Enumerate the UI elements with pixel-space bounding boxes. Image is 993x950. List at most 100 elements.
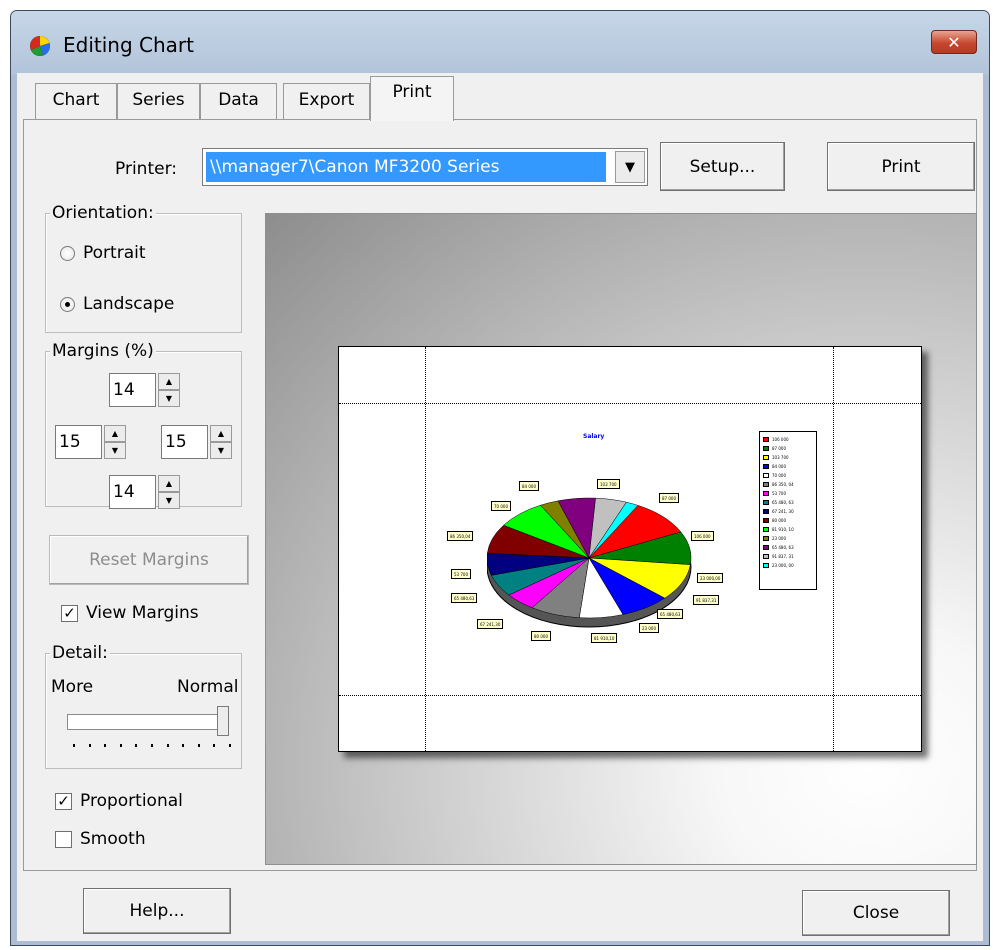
chart-app-icon xyxy=(30,36,50,56)
reset-margins-button[interactable]: Reset Margins xyxy=(49,535,249,585)
view-margins-label: View Margins xyxy=(86,603,199,623)
legend-item: 23 000 xyxy=(763,534,813,543)
spin-up-icon[interactable]: ▲ xyxy=(158,475,180,492)
close-window-button[interactable]: ✕ xyxy=(931,30,977,54)
landscape-radio-circle[interactable] xyxy=(60,296,75,312)
spin-up-icon[interactable]: ▲ xyxy=(158,373,180,390)
margin-bottom-spinner[interactable]: 14 ▲ ▼ xyxy=(109,475,180,509)
pie-value-label: 103 700 xyxy=(597,479,620,489)
window-title: Editing Chart xyxy=(63,33,194,57)
margin-right-input[interactable]: 15 xyxy=(161,425,208,459)
legend-swatch xyxy=(763,518,769,523)
portrait-radio-circle[interactable] xyxy=(60,245,75,261)
proportional-checkbox[interactable]: ✓ Proportional xyxy=(55,791,183,811)
spin-up-icon[interactable]: ▲ xyxy=(104,425,126,442)
spin-down-icon[interactable]: ▼ xyxy=(158,390,180,407)
detail-slider-thumb[interactable] xyxy=(217,706,229,736)
proportional-label: Proportional xyxy=(80,791,183,811)
help-button[interactable]: Help... xyxy=(83,888,231,934)
dialog-client-area: Chart Series Data Export Print Printer: … xyxy=(17,73,983,941)
legend-swatch xyxy=(763,563,769,568)
top-margin-line[interactable] xyxy=(339,403,921,404)
pie-value-label: 84 000 xyxy=(519,481,539,491)
print-preview-area[interactable]: Salary 103 700 87 000 106 000 84 000 70 000 8… xyxy=(265,213,977,865)
legend-text: 65 480, 63 xyxy=(772,500,794,505)
margin-left-input[interactable]: 15 xyxy=(55,425,102,459)
margin-left-spinner[interactable]: 15 ▲ ▼ xyxy=(55,425,126,459)
legend-swatch xyxy=(763,545,769,550)
legend-swatch xyxy=(763,473,769,478)
pie-value-label: 23 000 xyxy=(639,623,659,633)
close-icon: ✕ xyxy=(947,32,961,52)
smooth-check-icon[interactable] xyxy=(55,830,72,848)
legend-item: 87 000 xyxy=(763,444,813,453)
legend-text: 103 700 xyxy=(772,455,789,460)
detail-slider[interactable] xyxy=(67,706,237,754)
orientation-group: Orientation: xyxy=(45,203,242,333)
printer-label: Printer: xyxy=(115,159,177,179)
legend-swatch xyxy=(763,536,769,541)
close-button[interactable]: Close xyxy=(802,890,950,936)
right-margin-line[interactable] xyxy=(833,347,834,751)
margins-group-title: Margins (%) xyxy=(50,341,156,361)
spin-down-icon[interactable]: ▼ xyxy=(158,492,180,509)
legend-text: 91 837, 31 xyxy=(772,554,794,559)
preview-pie-chart xyxy=(487,497,692,628)
pie-value-label: 53 700 xyxy=(451,569,471,579)
legend-swatch xyxy=(763,491,769,496)
legend-swatch xyxy=(763,527,769,532)
margin-right-spinner[interactable]: 15 ▲ ▼ xyxy=(161,425,232,459)
pie-value-label: 86 350,04 xyxy=(447,531,474,541)
legend-swatch xyxy=(763,509,769,514)
proportional-check-icon[interactable]: ✓ xyxy=(55,792,72,810)
tab-print[interactable]: Print xyxy=(370,76,454,121)
dropdown-arrow-icon[interactable]: ▼ xyxy=(615,151,645,183)
legend-swatch xyxy=(763,554,769,559)
pie-value-label: 67 241,30 xyxy=(477,619,504,629)
detail-normal-label: Normal xyxy=(177,677,239,697)
margin-top-input[interactable]: 14 xyxy=(109,373,156,407)
legend-item: 86 350, 04 xyxy=(763,480,813,489)
legend-swatch xyxy=(763,437,769,442)
preview-legend: 106 000 87 000 103 700 84 000 70 000 86 350, … xyxy=(759,431,817,590)
tab-series[interactable]: Series xyxy=(117,83,200,119)
legend-item: 106 000 xyxy=(763,435,813,444)
legend-text: 67 241, 30 xyxy=(772,509,794,514)
pie-value-label: 65 480,63 xyxy=(657,609,684,619)
landscape-radio[interactable]: Landscape xyxy=(60,294,174,314)
legend-text: 23 000 xyxy=(772,536,786,541)
view-margins-check-icon[interactable]: ✓ xyxy=(61,604,78,622)
legend-item: 80 000 xyxy=(763,516,813,525)
smooth-checkbox[interactable]: Smooth xyxy=(55,829,146,849)
tab-export[interactable]: Export xyxy=(283,83,370,119)
portrait-label: Portrait xyxy=(83,243,146,263)
legend-swatch xyxy=(763,500,769,505)
view-margins-checkbox[interactable]: ✓ View Margins xyxy=(61,603,199,623)
tab-chart[interactable]: Chart xyxy=(35,83,117,119)
editing-chart-window: Editing Chart ✕ Chart Series Data Export… xyxy=(10,10,990,946)
legend-text: 84 000 xyxy=(772,464,786,469)
margin-top-spinner[interactable]: 14 ▲ ▼ xyxy=(109,373,180,407)
detail-slider-ticks xyxy=(73,744,231,747)
title-bar[interactable]: Editing Chart ✕ xyxy=(11,11,989,75)
tab-data[interactable]: Data xyxy=(200,83,277,119)
legend-item: 23 000, 00 xyxy=(763,561,813,570)
printer-select[interactable]: \\manager7\Canon MF3200 Series ▼ xyxy=(202,148,648,186)
print-button[interactable]: Print xyxy=(827,142,975,191)
bottom-margin-line[interactable] xyxy=(339,695,921,696)
spin-down-icon[interactable]: ▼ xyxy=(210,442,232,459)
legend-swatch xyxy=(763,464,769,469)
legend-item: 70 000 xyxy=(763,471,813,480)
legend-text: 106 000 xyxy=(772,437,789,442)
pie-value-label: 80 000 xyxy=(531,631,551,641)
spin-up-icon[interactable]: ▲ xyxy=(210,425,232,442)
portrait-radio[interactable]: Portrait xyxy=(60,243,146,263)
setup-button[interactable]: Setup... xyxy=(660,142,785,191)
legend-swatch xyxy=(763,482,769,487)
pie-value-label: 65 480,63 xyxy=(451,593,478,603)
spin-down-icon[interactable]: ▼ xyxy=(104,442,126,459)
margin-bottom-input[interactable]: 14 xyxy=(109,475,156,509)
left-margin-line[interactable] xyxy=(425,347,426,751)
detail-slider-track[interactable] xyxy=(67,714,225,730)
pie-value-label: 87 000 xyxy=(659,493,679,503)
